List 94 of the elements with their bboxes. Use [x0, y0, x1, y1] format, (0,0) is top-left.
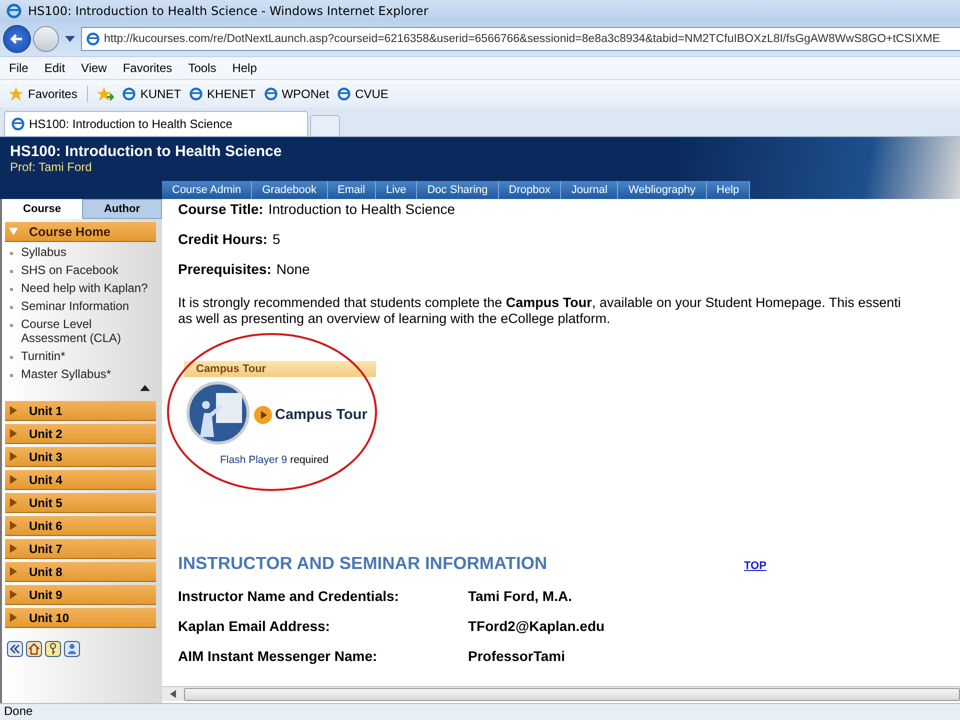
- triangle-icon: [9, 590, 18, 599]
- key-icon[interactable]: [45, 641, 61, 657]
- sidebar-tab[interactable]: Author: [82, 199, 162, 219]
- page-icon: [337, 87, 352, 101]
- add-favorite-icon[interactable]: [96, 86, 114, 102]
- page-icon: [264, 87, 278, 101]
- info-value: ProfessorTami: [468, 648, 565, 664]
- menu-item[interactable]: File: [0, 61, 36, 75]
- menu-item[interactable]: Favorites: [114, 61, 180, 75]
- sidebar-link[interactable]: Master Syllabus*: [21, 367, 112, 381]
- favorites-button[interactable]: Favorites: [8, 86, 88, 102]
- field-label: Prerequisites:: [178, 261, 272, 277]
- triangle-icon: [9, 544, 18, 553]
- play-icon: [254, 406, 272, 424]
- professor-name: Prof: Tami Ford: [10, 160, 93, 174]
- unit-header[interactable]: Unit 9: [5, 585, 156, 605]
- page-icon: [11, 117, 25, 131]
- info-label: Kaplan Email Address:: [178, 618, 331, 634]
- triangle-icon: [9, 498, 18, 507]
- triangle-icon: [9, 567, 18, 576]
- menu-item[interactable]: Tools: [179, 61, 224, 75]
- unit-header[interactable]: Unit 2: [5, 424, 156, 444]
- course-home-header[interactable]: Course Home: [5, 222, 156, 242]
- favorite-link[interactable]: KHENET: [189, 87, 256, 101]
- back-button[interactable]: [3, 25, 31, 53]
- horizontal-scrollbar[interactable]: [162, 686, 960, 701]
- triangle-icon: [9, 429, 18, 438]
- info-label: Instructor Name and Credentials:: [178, 588, 400, 604]
- sidebar-link[interactable]: Seminar Information: [21, 299, 130, 313]
- nav-tab[interactable]: Doc Sharing: [417, 181, 499, 199]
- nav-tab[interactable]: Dropbox: [498, 181, 562, 199]
- sidebar-link[interactable]: Syllabus: [21, 245, 66, 259]
- sidebar-link[interactable]: Course Level Assessment (CLA): [21, 317, 158, 345]
- triangle-icon: [9, 521, 18, 530]
- unit-header[interactable]: Unit 3: [5, 447, 156, 467]
- nav-tab[interactable]: Gradebook: [252, 181, 328, 199]
- required-note: required: [290, 454, 329, 466]
- triangle-icon: [9, 475, 18, 484]
- nav-tab[interactable]: Live: [376, 181, 418, 199]
- info-value: TFord2@Kaplan.edu: [468, 618, 605, 634]
- menu-item[interactable]: Help: [223, 61, 264, 75]
- nav-tab[interactable]: Help: [706, 181, 750, 199]
- unit-header[interactable]: Unit 1: [5, 401, 156, 421]
- scroll-left-icon[interactable]: [170, 690, 176, 698]
- menu-item[interactable]: Edit: [35, 61, 72, 75]
- collapse-icon[interactable]: [7, 641, 23, 657]
- unit-header[interactable]: Unit 8: [5, 562, 156, 582]
- campus-tour-banner: Campus Tour: [184, 361, 376, 377]
- field-label: Credit Hours:: [178, 231, 268, 247]
- top-link[interactable]: TOP: [744, 560, 766, 572]
- nav-tab[interactable]: Course Admin: [162, 181, 252, 199]
- page-icon: [189, 87, 204, 101]
- triangle-icon: [9, 406, 18, 415]
- collapse-up-icon[interactable]: [140, 385, 150, 391]
- home-icon[interactable]: [26, 641, 42, 657]
- favorite-link[interactable]: CVUE: [337, 87, 388, 101]
- browser-tab[interactable]: HS100: Introduction to Health Science: [4, 111, 308, 136]
- star-icon: [8, 86, 24, 102]
- nav-tab[interactable]: Journal: [561, 181, 618, 199]
- info-label: AIM Instant Messenger Name:: [178, 648, 378, 664]
- window-title: HS100: Introduction to Health Science - Windows Internet Explorer: [28, 4, 428, 18]
- section-heading: INSTRUCTOR AND SEMINAR INFORMATION: [178, 553, 548, 574]
- campus-tour-button[interactable]: Campus Tour: [254, 406, 368, 424]
- unit-header[interactable]: Unit 10: [5, 608, 156, 628]
- triangle-icon: [9, 613, 18, 622]
- sidebar-link[interactable]: Need help with Kaplan?: [21, 281, 148, 295]
- field-value: 5: [272, 231, 280, 247]
- page-icon: [122, 87, 136, 101]
- nav-tab[interactable]: Email: [328, 181, 376, 199]
- person-icon[interactable]: [64, 641, 80, 657]
- info-value: Tami Ford, M.A.: [468, 588, 572, 604]
- unit-header[interactable]: Unit 6: [5, 516, 156, 536]
- recommendation-paragraph: It is strongly recommended that students complete the Campus Tour, available on your Student Homepage. This essenti as well as presenting an overview of learning with the eCollege platform.: [178, 295, 902, 327]
- favorite-link[interactable]: KUNET: [122, 87, 182, 101]
- field-label: Course Title:: [178, 201, 264, 217]
- nav-tab[interactable]: Webliography: [618, 181, 706, 199]
- unit-header[interactable]: Unit 7: [5, 539, 156, 559]
- menu-item[interactable]: View: [72, 61, 114, 75]
- sidebar-link[interactable]: Turnitin*: [21, 349, 66, 363]
- sidebar-link[interactable]: SHS on Facebook: [21, 263, 118, 277]
- browser-logo-icon: [6, 3, 22, 19]
- field-value: None: [276, 261, 310, 277]
- triangle-icon: [9, 227, 18, 236]
- course-title: HS100: Introduction to Health Science: [10, 143, 283, 160]
- status-text: Done: [4, 704, 33, 718]
- flash-player-link[interactable]: Flash Player 9: [220, 454, 288, 466]
- favorite-link[interactable]: WPONet: [264, 87, 330, 101]
- triangle-icon: [9, 452, 18, 461]
- unit-header[interactable]: Unit 4: [5, 470, 156, 490]
- address-field[interactable]: http://kucourses.com/re/DotNextLaunch.asp?courseid=6216358&userid=6566766&sessionid=8e8a3c8934&tabid=NM2TCfuIBOXzL8I/fsGgAW8WwS8GO+tCSIXME: [81, 27, 960, 51]
- history-caret-icon[interactable]: [65, 36, 75, 42]
- field-value: Introduction to Health Science: [268, 201, 456, 217]
- page-icon: [86, 32, 100, 46]
- unit-header[interactable]: Unit 5: [5, 493, 156, 513]
